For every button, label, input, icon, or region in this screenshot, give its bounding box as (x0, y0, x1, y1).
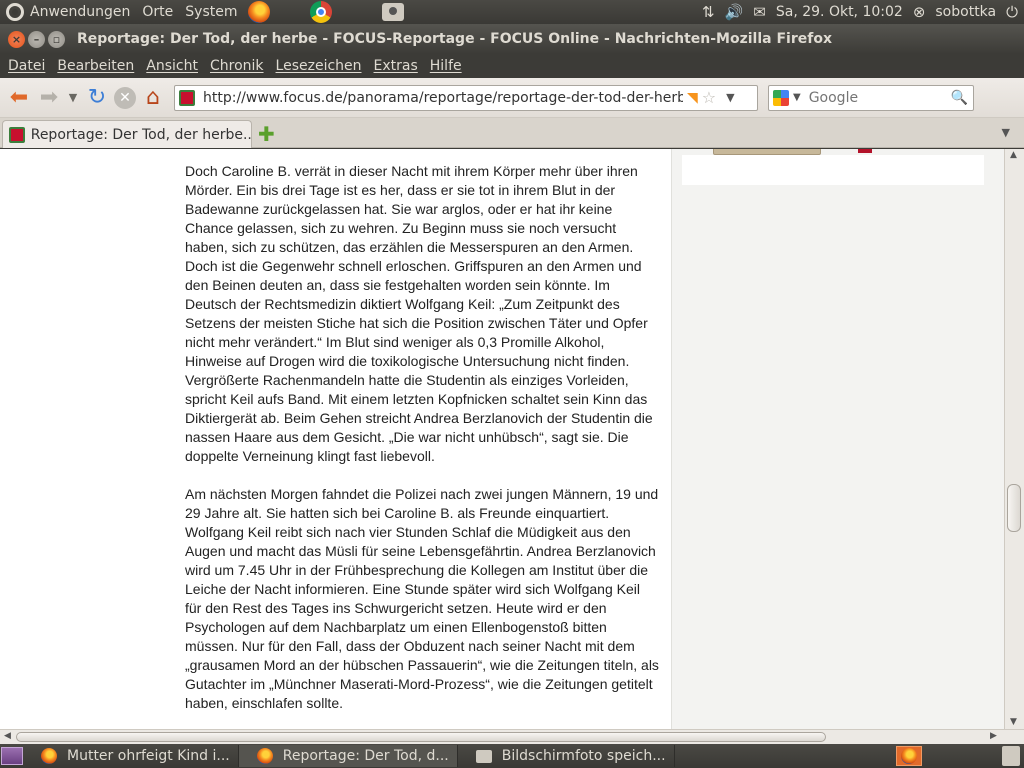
taskbar-item-label: Mutter ohrfeigt Kind i... (67, 748, 230, 764)
bookmark-star-icon[interactable]: ☆ (702, 88, 716, 107)
menu-hilfe[interactable]: Hilfe (430, 58, 462, 74)
search-input[interactable] (808, 89, 949, 106)
list-all-tabs-icon[interactable]: ▼ (1002, 126, 1010, 139)
maximize-window-button[interactable]: ▫ (48, 30, 65, 48)
show-desktop-icon[interactable] (1, 747, 23, 765)
taskbar-item-mutter[interactable]: Mutter ohrfeigt Kind i... (23, 745, 239, 767)
applications-label[interactable]: Anwendungen (30, 4, 130, 20)
bottom-panel: Mutter ohrfeigt Kind i... Reportage: Der… (0, 744, 1024, 768)
site-favicon-icon (179, 89, 195, 106)
new-tab-icon[interactable]: ✚ (258, 122, 275, 146)
firefox-icon (901, 748, 917, 764)
tab-label: Reportage: Der Tod, der herbe... (30, 126, 251, 143)
article-paragraph: Doch Caroline B. verrät in dieser Nacht … (185, 163, 653, 464)
screenshot-launcher-icon[interactable] (381, 3, 404, 21)
sidebar-box (682, 155, 984, 185)
google-engine-icon[interactable] (773, 89, 789, 106)
screenshot-icon (475, 749, 492, 763)
stop-icon[interactable]: ✕ (114, 86, 136, 109)
taskbar-item-label: Reportage: Der Tod, d... (282, 748, 449, 764)
trash-icon[interactable] (1002, 746, 1020, 766)
menu-datei[interactable]: Datei (8, 58, 45, 74)
mail-icon[interactable]: ✉ (753, 3, 766, 21)
scroll-up-icon[interactable]: ▲ (1010, 150, 1017, 160)
scroll-down-icon[interactable]: ▼ (1010, 717, 1017, 727)
horizontal-scrollbar[interactable]: ◀ ▶ (0, 729, 1024, 744)
taskbar-item-screenshot[interactable]: Bildschirmfoto speich... (458, 745, 675, 767)
horizontal-scroll-thumb[interactable] (16, 732, 826, 742)
page-sidebar (671, 149, 1004, 729)
taskbar-item-reportage[interactable]: Reportage: Der Tod, d... (238, 745, 458, 767)
url-bar[interactable]: ◥ ☆ ▼ (174, 84, 758, 111)
close-window-button[interactable]: × (8, 30, 25, 48)
home-icon[interactable]: ⌂ (140, 85, 166, 111)
article-body: Doch Caroline B. verrät in dieser Nacht … (185, 162, 660, 729)
menu-lesezeichen[interactable]: Lesezeichen (276, 58, 362, 74)
vertical-scrollbar[interactable]: ▲ ▼ (1004, 149, 1024, 729)
article-paragraph: Am nächsten Morgen fahndet die Polizei n… (185, 486, 659, 711)
system-menu[interactable]: System (179, 0, 243, 24)
window-title: Reportage: Der Tod, der herbe - FOCUS-Re… (77, 31, 832, 47)
url-dropdown-icon[interactable]: ▼ (726, 91, 734, 104)
menubar: Datei Bearbeiten Ansicht Chronik Lesezei… (0, 54, 1024, 78)
places-menu[interactable]: Orte (136, 0, 179, 24)
menu-chronik[interactable]: Chronik (210, 58, 264, 74)
back-arrow-icon[interactable]: ⬅ (6, 85, 32, 111)
taskbar-item-label: Bildschirmfoto speich... (501, 748, 666, 764)
scroll-left-icon[interactable]: ◀ (4, 731, 11, 741)
search-bar[interactable]: ▼ 🔍 (768, 84, 974, 111)
menu-ansicht[interactable]: Ansicht (146, 58, 198, 74)
search-icon[interactable]: 🔍 (951, 90, 968, 106)
system-label[interactable]: System (185, 4, 237, 20)
tab-bar: Reportage: Der Tod, der herbe... ✚ ▼ (0, 118, 1024, 148)
clock[interactable]: Sa, 29. Okt, 10:02 (776, 4, 903, 20)
firefox-icon (256, 748, 273, 764)
engine-dropdown-icon[interactable]: ▼ (793, 92, 801, 103)
vertical-scroll-thumb[interactable] (1007, 484, 1021, 532)
firefox-icon (41, 748, 57, 764)
applications-menu[interactable]: Anwendungen (0, 0, 136, 24)
power-icon[interactable]: ⏻ (1006, 3, 1018, 21)
rss-feed-icon[interactable]: ◥ (687, 90, 698, 106)
user-name[interactable]: sobottka (935, 4, 996, 20)
places-label[interactable]: Orte (142, 4, 173, 20)
history-dropdown-icon[interactable]: ▼ (66, 85, 80, 111)
network-icon[interactable]: ⇅ (702, 3, 715, 21)
menu-extras[interactable]: Extras (374, 58, 418, 74)
sidebar-red-icon (858, 149, 872, 153)
tab-reportage[interactable]: Reportage: Der Tod, der herbe... (2, 120, 252, 148)
forward-arrow-icon[interactable]: ➡ (36, 85, 62, 111)
reload-icon[interactable]: ↻ (84, 85, 110, 111)
menu-bearbeiten[interactable]: Bearbeiten (57, 58, 134, 74)
volume-icon[interactable]: 🔊 (725, 3, 744, 21)
page-content: Doch Caroline B. verrät in dieser Nacht … (0, 149, 1004, 729)
top-panel: Anwendungen Orte System ⇅ 🔊 ✉ Sa, 29. Ok… (0, 0, 1024, 24)
workspace-switcher[interactable] (896, 746, 922, 766)
user-status-icon[interactable]: ⊗ (913, 3, 926, 21)
chrome-launcher-icon[interactable] (309, 1, 332, 23)
ubuntu-logo-icon (6, 3, 24, 21)
window-titlebar[interactable]: × – ▫ Reportage: Der Tod, der herbe - FO… (0, 24, 1024, 54)
tab-favicon-icon (9, 126, 25, 143)
firefox-launcher-icon[interactable] (247, 1, 270, 23)
url-input[interactable] (203, 89, 683, 106)
navigation-toolbar: ⬅ ➡ ▼ ↻ ✕ ⌂ ◥ ☆ ▼ ▼ 🔍 (0, 78, 1024, 118)
minimize-window-button[interactable]: – (28, 30, 45, 48)
scroll-right-icon[interactable]: ▶ (990, 731, 997, 741)
